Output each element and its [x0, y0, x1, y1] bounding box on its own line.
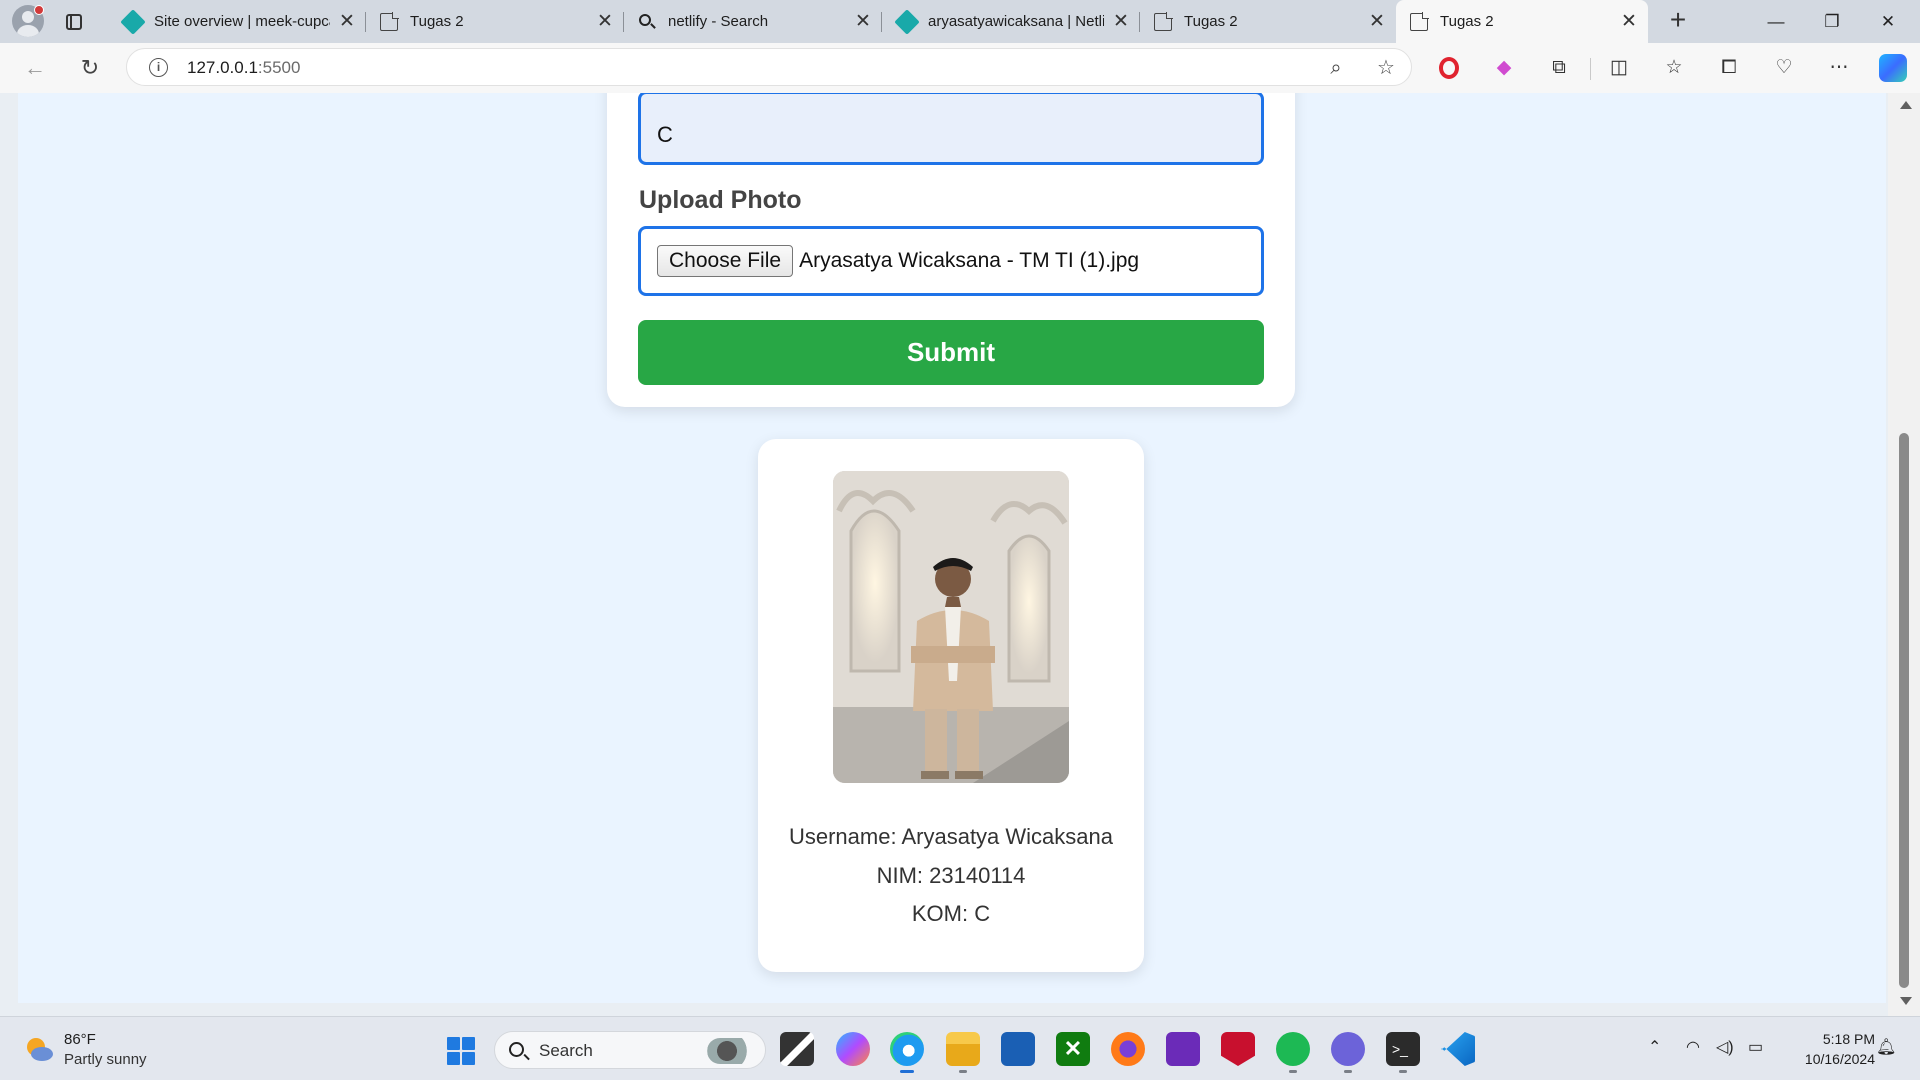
xbox-icon[interactable]: ✕ [1056, 1032, 1090, 1066]
close-tab-icon[interactable]: ✕ [1112, 10, 1130, 33]
terminal-icon[interactable]: >_ [1386, 1032, 1420, 1073]
close-tab-icon[interactable]: ✕ [1620, 10, 1638, 33]
search-icon [638, 13, 656, 31]
split-screen-icon[interactable]: ◫ [1604, 53, 1634, 83]
tab-strip: Site overview | meek-cupcake ✕ Tugas 2 ✕… [0, 0, 1920, 43]
choose-file-button[interactable]: Choose File [657, 245, 794, 277]
favorites-icon[interactable]: ☆ [1659, 53, 1689, 83]
close-tab-icon[interactable]: ✕ [1368, 10, 1386, 33]
microsoft-store-icon[interactable] [1001, 1032, 1035, 1066]
tab-label: aryasatyawicaksana | Netlify [928, 13, 1104, 30]
tab-label: Tugas 2 [1184, 13, 1238, 30]
windows-taskbar: 86°F Partly sunny Search ✕ >_ ⌃ ◠ ◁) ▭ 5… [0, 1016, 1920, 1080]
profile-kom: KOM: C [911, 901, 991, 926]
kom-input[interactable]: C [638, 93, 1264, 165]
profile-username: Username: Aryasatya Wicaksana [788, 824, 1114, 849]
collections-icon[interactable]: ⧠ [1714, 53, 1744, 83]
browser-viewport: C Upload Photo Choose File Aryasatya Wic… [0, 93, 1920, 1016]
battery-icon[interactable]: ▭ [1748, 1037, 1763, 1057]
close-tab-icon[interactable]: ✕ [596, 10, 614, 33]
profile-nim: NIM: 23140114 [876, 863, 1026, 888]
clock-date: 10/16/2024 [1804, 1051, 1875, 1067]
netlify-icon [894, 8, 920, 35]
copilot-app-icon[interactable] [836, 1032, 870, 1066]
tab-tugas-2[interactable]: Tugas 2 ✕ [366, 0, 624, 43]
opera-extension-icon[interactable] [1434, 53, 1464, 83]
minimize-button[interactable]: — [1748, 0, 1804, 43]
page-icon [1410, 11, 1429, 31]
tab-label: Site overview | meek-cupcake [154, 13, 330, 30]
favorite-star-icon[interactable]: ☆ [1373, 55, 1399, 81]
zoom-icon[interactable]: ⌕ [1323, 55, 1349, 81]
system-clock[interactable]: 5:18 PM 10/16/2024 [1775, 1029, 1875, 1069]
search-highlight-icon [707, 1038, 757, 1064]
back-button[interactable]: ← [20, 53, 50, 83]
tab-actions-icon[interactable] [60, 8, 88, 36]
colorful-extension-icon[interactable]: ◆ [1489, 53, 1519, 83]
tab-label: Tugas 2 [1440, 13, 1494, 30]
browser-toolbar: ← ↻ i 127.0.0.1:5500 ⌕ ☆ ◆ ⧉ ◫ ☆ ⧠ ♡ ⋯ [0, 43, 1920, 93]
mcafee-icon[interactable] [1221, 1032, 1255, 1066]
page-content: C Upload Photo Choose File Aryasatya Wic… [18, 93, 1886, 1003]
taskbar-search-box[interactable]: Search [494, 1031, 766, 1069]
firefox-icon[interactable] [1111, 1032, 1145, 1066]
clock-time: 5:18 PM [1822, 1031, 1875, 1047]
tab-netlify-site[interactable]: aryasatyawicaksana | Netlify ✕ [882, 0, 1140, 43]
partly-sunny-icon[interactable] [24, 1035, 54, 1063]
weather-temperature[interactable]: 86°F [64, 1031, 96, 1048]
vpn-app-icon[interactable] [1331, 1032, 1365, 1073]
vertical-scrollbar[interactable] [1888, 93, 1920, 1016]
close-tab-icon[interactable]: ✕ [854, 10, 872, 33]
tab-label: netlify - Search [668, 13, 769, 30]
extensions-puzzle-icon[interactable]: ⧉ [1544, 53, 1574, 83]
search-icon [509, 1042, 524, 1057]
show-hidden-icons-chevron-icon[interactable]: ⌃ [1648, 1037, 1661, 1057]
upload-photo-label: Upload Photo [639, 186, 802, 214]
scroll-down-arrow-icon[interactable] [1900, 997, 1912, 1005]
close-window-button[interactable]: ✕ [1860, 0, 1916, 43]
copilot-icon[interactable] [1878, 53, 1908, 83]
tab-label: Tugas 2 [410, 13, 464, 30]
notification-dot [34, 5, 44, 15]
volume-icon[interactable]: ◁) [1716, 1037, 1734, 1057]
submit-button[interactable]: Submit [638, 320, 1264, 385]
netlify-icon [120, 8, 146, 35]
tab-tugas-2[interactable]: Tugas 2 ✕ [1140, 0, 1396, 43]
task-view-icon[interactable] [780, 1032, 814, 1066]
scrollbar-thumb[interactable] [1899, 433, 1909, 988]
site-info-icon[interactable]: i [149, 58, 168, 77]
browser-essentials-icon[interactable]: ♡ [1769, 53, 1799, 83]
refresh-button[interactable]: ↻ [75, 53, 105, 83]
proton-app-icon[interactable] [1166, 1032, 1200, 1066]
file-explorer-icon[interactable] [946, 1032, 980, 1073]
profile-card: Username: Aryasatya Wicaksana NIM: 23140… [758, 439, 1144, 972]
tab-site-overview[interactable]: Site overview | meek-cupcake ✕ [108, 0, 366, 43]
tab-tugas-2-active[interactable]: Tugas 2 ✕ [1396, 0, 1648, 43]
url-text[interactable]: 127.0.0.1:5500 [187, 58, 300, 78]
vscode-icon[interactable] [1441, 1032, 1475, 1066]
wifi-icon[interactable]: ◠ [1686, 1037, 1700, 1057]
restore-button[interactable]: ❐ [1804, 0, 1860, 43]
tab-netlify-search[interactable]: netlify - Search ✕ [624, 0, 882, 43]
edge-browser-icon[interactable] [890, 1032, 924, 1073]
close-tab-icon[interactable]: ✕ [338, 10, 356, 33]
taskbar-search-text: Search [539, 1041, 593, 1060]
spotify-icon[interactable] [1276, 1032, 1310, 1073]
form-card: C Upload Photo Choose File Aryasatya Wic… [607, 93, 1295, 407]
scroll-up-arrow-icon[interactable] [1900, 101, 1912, 109]
address-bar[interactable]: i 127.0.0.1:5500 ⌕ ☆ [126, 48, 1412, 86]
new-tab-button[interactable]: + [1663, 6, 1693, 36]
page-icon [1154, 11, 1173, 31]
start-button-icon[interactable] [447, 1037, 475, 1065]
photo-file-input[interactable]: Choose File Aryasatya Wicaksana - TM TI … [638, 226, 1264, 296]
weather-description[interactable]: Partly sunny [64, 1051, 147, 1068]
page-icon [380, 11, 399, 31]
notification-bell-icon[interactable]: 🔔︎ [1876, 1037, 1896, 1057]
profile-photo [833, 471, 1069, 783]
more-menu-icon[interactable]: ⋯ [1824, 53, 1854, 83]
selected-file-name: Aryasatya Wicaksana - TM TI (1).jpg [799, 249, 1140, 272]
